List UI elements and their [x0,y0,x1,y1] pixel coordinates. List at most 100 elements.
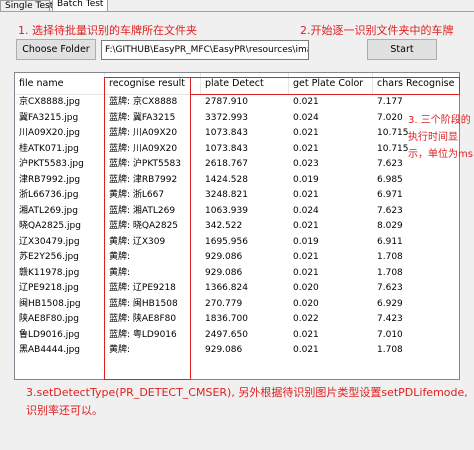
cell-plate-color: 0.021 [293,252,319,262]
cell-plate-detect: 929.086 [205,345,243,355]
cell-plate-color: 0.020 [293,283,319,293]
table-row[interactable]: 辽X30479.jpg 黄牌: 辽X309 1695.956 0.019 6.911 [15,235,459,251]
annotation-step-3-line-1: 3. 三个阶段的 [408,115,471,126]
cell-recognise-result: 蓝牌: 闽HB1508 [109,298,178,309]
column-header-get-plate-color[interactable]: get Plate Color [289,73,373,95]
cell-recognise-result: 黄牌: 辽X309 [109,236,166,247]
choose-folder-button[interactable]: Choose Folder [16,39,96,60]
table-row[interactable]: 陕AE8F80.jpg 蓝牌: 陕AE8F80 1836.700 0.022 7.423 [15,312,459,328]
cell-chars-recognise: 6.985 [377,174,403,185]
cell-file-name: 辽PE9218.jpg [19,283,79,293]
cell-plate-color: 0.021 [293,221,319,231]
cell-plate-detect: 1424.528 [205,174,248,185]
table-row[interactable]: 冀FA3215.jpg 蓝牌: 冀FA3215 3372.993 0.024 7.020 [15,111,459,127]
cell-plate-detect: 929.086 [205,252,243,262]
table-row[interactable]: 津RB7992.jpg 蓝牌: 津RB7992 1424.528 0.019 6.985 [15,173,459,189]
table-row[interactable]: 沪PKT5583.jpg 蓝牌: 沪PKT5583 2618.767 0.023 7.6… [15,157,459,173]
folder-path-field[interactable]: F:\GITHUB\EasyPR_MFC\EasyPR\resources\im… [101,40,309,60]
cell-recognise-result: 黄牌: [109,267,131,278]
cell-file-name: 陕AE8F80.jpg [19,314,79,324]
column-header-plate-detect[interactable]: plate Detect [201,73,289,95]
cell-file-name: 苏E2Y256.jpg [19,252,79,262]
table-row[interactable]: 赣K11978.jpg 黄牌: 929.086 0.021 1.708 [15,266,459,282]
cell-file-name: 赣K11978.jpg [19,267,80,278]
cell-file-name: 黑AB4444.jpg [19,345,81,355]
cell-file-name: 沪PKT5583.jpg [19,159,84,169]
table-row[interactable]: 桂ATK071.jpg 蓝牌: 川A09X20 1073.843 0.021 10.71… [15,142,459,158]
cell-plate-color: 0.022 [293,314,319,324]
cell-file-name: 川A09X20.jpg [19,128,81,138]
cell-recognise-result: 蓝牌: 川A09X20 [109,143,178,154]
cell-chars-recognise: 7.423 [377,314,403,324]
annotation-step-3-timing: 3. 三个阶段的 执行时间显 示，单位为ms [408,112,473,163]
cell-chars-recognise: 7.623 [377,283,403,293]
cell-plate-color: 0.020 [293,298,319,309]
cell-recognise-result: 蓝牌: 津RB7992 [109,174,178,185]
annotation-step-3-line-2: 执行时间显 [408,132,458,143]
cell-plate-color: 0.021 [293,143,319,154]
cell-plate-detect: 1695.956 [205,236,248,247]
cell-chars-recognise: 7.623 [377,205,403,216]
cell-recognise-result: 蓝牌: 京CX8888 [109,97,178,107]
cell-recognise-result: 蓝牌: 冀FA3215 [109,112,176,123]
table-header: file name recognise result plate Detect … [15,73,459,95]
cell-plate-detect: 2497.650 [205,329,248,340]
cell-plate-detect: 342.522 [205,221,243,231]
cell-plate-detect: 3372.993 [205,112,248,123]
cell-recognise-result: 蓝牌: 沪PKT5583 [109,159,181,169]
cell-chars-recognise: 1.708 [377,267,403,278]
cell-plate-detect: 1063.939 [205,205,248,216]
tab-bar: Single Test Batch Test [0,0,474,12]
table-row[interactable]: 辽PE9218.jpg 蓝牌: 辽PE9218 1366.824 0.020 7.623 [15,281,459,297]
cell-plate-detect: 2618.767 [205,159,248,169]
table-row[interactable]: 湘ATL269.jpg 蓝牌: 湘ATL269 1063.939 0.024 7.623 [15,204,459,220]
table-row[interactable]: 川A09X20.jpg 蓝牌: 川A09X20 1073.843 0.021 10.71… [15,126,459,142]
cell-plate-detect: 1073.843 [205,143,248,154]
cell-plate-color: 0.019 [293,236,319,247]
cell-plate-detect: 3248.821 [205,190,248,200]
cell-plate-detect: 929.086 [205,267,243,278]
tab-divider [0,11,474,12]
table-row[interactable]: 浙L66736.jpg 黄牌: 浙L667 3248.821 0.021 6.971 [15,188,459,204]
cell-plate-color: 0.021 [293,97,319,107]
cell-file-name: 桂ATK071.jpg [19,143,79,154]
cell-file-name: 津RB7992.jpg [19,174,81,185]
column-header-chars-recognise[interactable]: chars Recognise [373,73,459,95]
cell-file-name: 浙L66736.jpg [19,190,79,200]
cell-plate-color: 0.023 [293,159,319,169]
cell-plate-color: 0.024 [293,112,319,123]
column-header-file-name[interactable]: file name [15,73,105,95]
cell-chars-recognise: 8.029 [377,221,403,231]
cell-recognise-result: 蓝牌: 川A09X20 [109,128,178,138]
table-row[interactable]: 苏E2Y256.jpg 黄牌: 929.086 0.021 1.708 [15,250,459,266]
cell-plate-color: 0.019 [293,174,319,185]
cell-recognise-result: 蓝牌: 陕AE8F80 [109,314,177,324]
column-header-recognise-result[interactable]: recognise result [105,73,201,95]
cell-plate-detect: 1366.824 [205,283,248,293]
cell-file-name: 冀FA3215.jpg [19,112,79,123]
cell-chars-recognise: 7.010 [377,329,403,340]
table-row[interactable]: 黑AB4444.jpg 黄牌: 929.086 0.021 1.708 [15,343,459,359]
cell-file-name: 湘ATL269.jpg [19,205,78,216]
table-row[interactable]: 鲁LD9016.jpg 蓝牌: 粤LD9016 2497.650 0.021 7.010 [15,328,459,344]
annotation-detect-type-line-1: 3.setDetectType(PR_DETECT_CMSER), 另外根据待识… [26,386,468,399]
cell-plate-color: 0.021 [293,329,319,340]
cell-chars-recognise: 7.177 [377,97,403,107]
cell-chars-recognise: 6.929 [377,298,403,309]
cell-plate-detect: 1836.700 [205,314,248,324]
cell-file-name: 鲁LD9016.jpg [19,329,80,340]
cell-recognise-result: 黄牌: [109,252,131,262]
cell-recognise-result: 蓝牌: 湘ATL269 [109,205,176,216]
start-button[interactable]: Start [367,39,437,60]
table-row[interactable]: 闽HB1508.jpg 蓝牌: 闽HB1508 270.779 0.020 6.929 [15,297,459,313]
cell-file-name: 闽HB1508.jpg [19,298,81,309]
cell-recognise-result: 蓝牌: 粤LD9016 [109,329,177,340]
table-row[interactable]: 京CX8888.jpg 蓝牌: 京CX8888 2787.910 0.021 7.177 [15,95,459,111]
annotation-step-3-line-3: 示，单位为ms [408,149,473,160]
cell-plate-color: 0.021 [293,190,319,200]
cell-plate-color: 0.021 [293,345,319,355]
results-table[interactable]: file name recognise result plate Detect … [14,72,460,380]
annotation-step-2: 2.开始逐一识别文件夹中的车牌 [300,24,454,37]
cell-file-name: 京CX8888.jpg [19,97,81,107]
table-row[interactable]: 晓QA2825.jpg 蓝牌: 晓QA2825 342.522 0.021 8.029 [15,219,459,235]
